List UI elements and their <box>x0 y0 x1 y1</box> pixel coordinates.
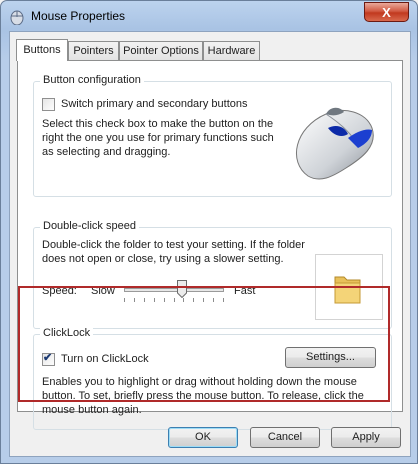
cancel-button[interactable]: Cancel <box>250 427 320 448</box>
mouse-illustration-icon <box>295 107 374 180</box>
title-bar[interactable]: Mouse Properties X <box>1 1 417 31</box>
checkbox-label: Switch primary and secondary buttons <box>61 98 248 110</box>
switch-buttons-checkbox[interactable] <box>42 98 55 111</box>
tab-hardware[interactable]: Hardware <box>203 41 260 60</box>
description-text: Select this check box to make the button… <box>42 118 274 158</box>
ok-button[interactable]: OK <box>168 427 238 448</box>
window-title: Mouse Properties <box>31 9 126 23</box>
highlight-box <box>18 286 390 402</box>
close-button[interactable]: X <box>364 2 409 22</box>
button-configuration-group: Button configuration Switch primary and … <box>33 74 392 197</box>
tab-buttons[interactable]: Buttons <box>16 39 68 61</box>
description-text: Double-click the folder to test your set… <box>42 239 305 265</box>
group-heading: Double-click speed <box>40 220 139 232</box>
mouse-icon <box>10 10 24 25</box>
group-heading: Button configuration <box>40 74 144 86</box>
apply-button[interactable]: Apply <box>331 427 401 448</box>
tab-pointer-options[interactable]: Pointer Options <box>119 41 203 60</box>
tab-pointers[interactable]: Pointers <box>68 41 119 60</box>
